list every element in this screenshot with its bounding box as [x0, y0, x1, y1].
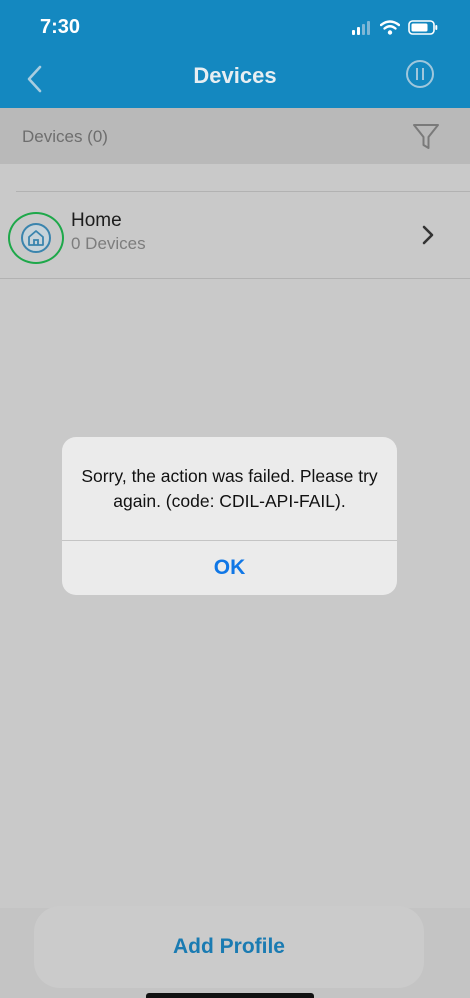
- status-icons: [352, 20, 438, 35]
- error-alert-dialog: Sorry, the action was failed. Please try…: [62, 437, 397, 595]
- profile-name: Home: [71, 210, 122, 231]
- filter-bar: Devices (0): [0, 108, 470, 164]
- devices-count-label: Devices (0): [22, 127, 108, 146]
- pause-icon: [416, 68, 418, 80]
- highlight-ring: [8, 212, 64, 264]
- status-bar: 7:30: [0, 0, 470, 50]
- battery-icon: [408, 20, 438, 35]
- home-indicator[interactable]: [146, 993, 314, 998]
- alert-message: Sorry, the action was failed. Please try…: [81, 466, 378, 511]
- nav-bar: Devices: [0, 50, 470, 108]
- list-divider: [0, 278, 470, 279]
- wifi-icon: [380, 20, 400, 35]
- profile-row-home[interactable]: Home 0 Devices: [0, 192, 470, 278]
- ok-button[interactable]: OK: [62, 541, 397, 595]
- profile-device-count: 0 Devices: [71, 234, 146, 253]
- status-time: 7:30: [40, 16, 81, 38]
- home-icon: [21, 223, 51, 253]
- add-profile-button[interactable]: Add Profile: [34, 906, 424, 988]
- signal-icon: [352, 20, 370, 35]
- chevron-right-icon: [422, 225, 434, 245]
- filter-icon[interactable]: [412, 122, 440, 152]
- pause-button[interactable]: [406, 60, 434, 88]
- page-title: Devices: [193, 63, 277, 88]
